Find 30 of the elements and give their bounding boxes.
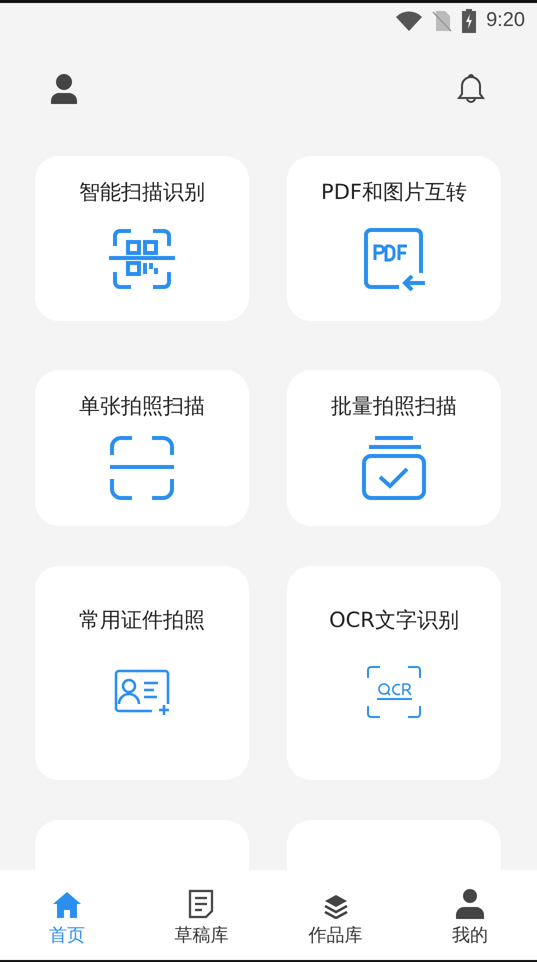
card-title: OCR文字识别: [329, 607, 459, 634]
feature-card[interactable]: 单张拍照扫描: [35, 370, 249, 526]
home-icon: [52, 891, 82, 919]
nav-tab[interactable]: 作品库: [268, 870, 403, 960]
scan-frame-icon: [109, 435, 175, 501]
feature-card[interactable]: PDF和图片互转: [287, 156, 501, 321]
bell-icon[interactable]: [457, 73, 485, 105]
ocr-scan-icon: [366, 665, 422, 719]
person-icon: [456, 889, 484, 919]
battery-charging-icon: [462, 8, 476, 32]
nav-tab[interactable]: 我的: [402, 870, 537, 960]
feature-card[interactable]: 批量拍照扫描: [287, 370, 501, 526]
card-title: 单张拍照扫描: [79, 393, 205, 420]
no-sim-icon: [432, 10, 452, 32]
card-title: 批量拍照扫描: [331, 393, 457, 420]
id-card-icon: [112, 667, 172, 717]
status-time: 9:20: [486, 9, 525, 32]
nav-tab[interactable]: 草稿库: [134, 870, 268, 960]
profile-icon[interactable]: [51, 74, 77, 104]
feature-card[interactable]: 智能扫描识别: [35, 156, 249, 321]
document-icon: [188, 889, 214, 919]
layers-icon: [322, 893, 349, 919]
wifi-icon: [396, 10, 422, 30]
card-title: 常用证件拍照: [79, 607, 205, 634]
feature-card[interactable]: 常用证件拍照: [35, 566, 249, 780]
card-title: 智能扫描识别: [79, 179, 205, 206]
feature-card[interactable]: OCR文字识别: [287, 566, 501, 780]
pdf-convert-icon: [361, 226, 427, 292]
batch-check-icon: [361, 435, 427, 501]
card-title: PDF和图片互转: [321, 179, 467, 206]
